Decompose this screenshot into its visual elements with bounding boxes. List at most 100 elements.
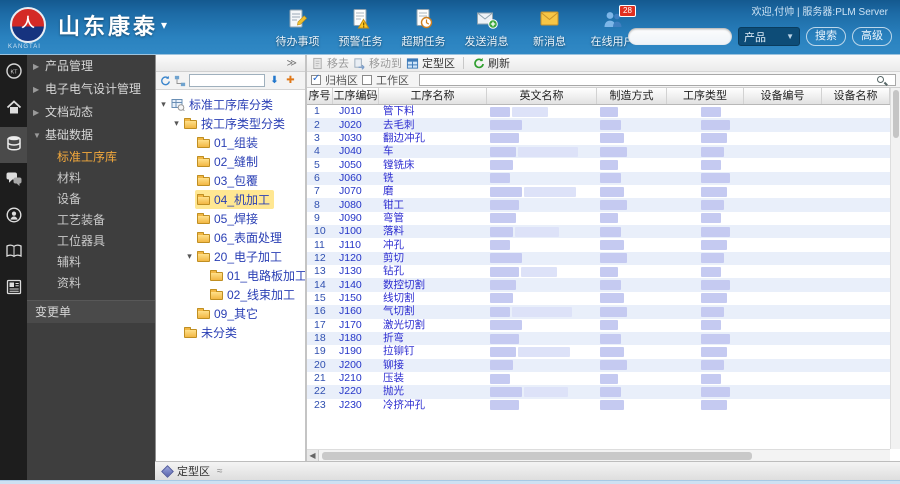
sidebar-item[interactable]: 标准工序库: [27, 147, 155, 168]
module-home-button[interactable]: [0, 91, 27, 127]
module-news-button[interactable]: [0, 271, 27, 307]
column-header[interactable]: 工序编码: [333, 88, 379, 104]
tree-node[interactable]: 09_其它: [156, 304, 305, 323]
table-row[interactable]: 6 J060 铣: [307, 171, 900, 186]
scroll-left-arrow-icon[interactable]: ◀: [307, 449, 319, 462]
cell-english-name: [487, 345, 597, 358]
table-row[interactable]: 13 J130 钻孔: [307, 265, 900, 278]
nav-item-send-message[interactable]: 发送消息: [455, 5, 518, 51]
sidebar-item[interactable]: 设备: [27, 189, 155, 210]
tree-node[interactable]: ▾ 按工序类型分类: [156, 114, 305, 133]
tree-node[interactable]: 未分类: [156, 323, 305, 342]
table-row[interactable]: 18 J180 折弯: [307, 331, 900, 346]
remove-button[interactable]: 移去: [311, 55, 349, 71]
sidebar-item[interactable]: ▶ 产品管理: [27, 55, 155, 78]
sidebar-item[interactable]: ▶ 文档动态: [27, 101, 155, 124]
table-row[interactable]: 7 J070 磨: [307, 185, 900, 198]
table-row[interactable]: 21 J210 压装: [307, 372, 900, 385]
table-row[interactable]: 9 J090 弯管: [307, 212, 900, 225]
sidebar-item[interactable]: 资料: [27, 273, 155, 294]
tree-refresh-icon[interactable]: [159, 75, 171, 87]
cell-process-name: 翻边冲孔: [383, 131, 425, 144]
column-header[interactable]: 设备名称: [822, 88, 890, 104]
sidebar-item[interactable]: 辅料: [27, 252, 155, 273]
sidebar-item[interactable]: 工位器具: [27, 231, 155, 252]
tree-node[interactable]: 01_电路板加工: [156, 266, 307, 285]
table-row[interactable]: 17 J170 激光切割: [307, 319, 900, 332]
table-row[interactable]: 3 J030 翻边冲孔: [307, 132, 900, 145]
module-support-button[interactable]: [0, 199, 27, 235]
column-header[interactable]: 工序名称: [379, 88, 487, 104]
module-database-button[interactable]: [0, 127, 27, 163]
table-search-input[interactable]: [419, 73, 896, 86]
refresh-button[interactable]: 刷新: [472, 55, 510, 71]
sidebar-item[interactable]: 变更单: [27, 300, 155, 323]
column-header[interactable]: 设备编号: [744, 88, 822, 104]
table-row[interactable]: 8 J080 钳工: [307, 198, 900, 212]
tree-node[interactable]: ▾ 20_电子加工: [156, 247, 305, 266]
vertical-scrollbar-thumb[interactable]: [892, 90, 899, 138]
horizontal-scrollbar[interactable]: ◀: [307, 449, 890, 462]
move-to-button[interactable]: 移动到: [353, 55, 402, 71]
tree-hierarchy-icon[interactable]: [174, 75, 186, 87]
column-header[interactable]: 工序类型: [667, 88, 744, 104]
nav-item-new-message[interactable]: 新消息: [518, 5, 581, 51]
sidebar-item[interactable]: 材料: [27, 168, 155, 189]
tree-node[interactable]: ▾ 标准工序库分类: [156, 95, 305, 114]
column-header[interactable]: 制造方式: [597, 88, 667, 104]
sidebar-item[interactable]: 工艺装备: [27, 210, 155, 231]
vertical-scrollbar[interactable]: [890, 88, 900, 449]
sidebar-item[interactable]: ▶ 电子电气设计管理: [27, 78, 155, 101]
table-row[interactable]: 15 J150 线切割: [307, 292, 900, 305]
module-book-button[interactable]: [0, 235, 27, 271]
redacted-text: [524, 386, 568, 397]
add-node-icon[interactable]: ✚: [284, 74, 297, 87]
sidebar-item[interactable]: ▼ 基础数据: [27, 124, 155, 147]
table-row[interactable]: 5 J050 镗铣床: [307, 158, 900, 171]
work-area-checkbox[interactable]: [362, 74, 372, 85]
finalize-area-button[interactable]: 定型区: [406, 55, 455, 71]
nav-item-alert-task[interactable]: 预警任务: [329, 5, 392, 51]
table-row[interactable]: 2 J020 去毛刺: [307, 118, 900, 132]
tree-node[interactable]: 05_焊接: [156, 209, 305, 228]
nav-item-overdue-task[interactable]: 超期任务: [392, 5, 455, 51]
table-row[interactable]: 20 J200 铆接: [307, 358, 900, 372]
module-ktplm-logo-button[interactable]: KT: [0, 55, 27, 91]
table-row[interactable]: 1 J010 管下料: [307, 105, 900, 118]
table-row[interactable]: 11 J110 冲孔: [307, 238, 900, 251]
app-logo[interactable]: 山东康泰 ▾: [10, 7, 167, 43]
cell-process-code: J050: [339, 158, 362, 171]
global-search-input[interactable]: [628, 28, 732, 45]
table-row[interactable]: 23 J230 冷挤冲孔: [307, 399, 900, 412]
tree-node[interactable]: 02_缝制: [156, 152, 305, 171]
company-dropdown-caret-icon[interactable]: ▾: [161, 18, 167, 32]
search-button[interactable]: 搜索: [806, 27, 846, 46]
tree-node[interactable]: 06_表面处理: [156, 228, 305, 247]
table-row[interactable]: 12 J120 剪切: [307, 251, 900, 266]
tree-filter-input[interactable]: [189, 74, 265, 87]
collapse-panel-icon[interactable]: ≫: [287, 58, 297, 69]
table-row[interactable]: 14 J140 数控切割: [307, 278, 900, 292]
finalize-area-tab[interactable]: 定型区 ≈: [161, 463, 223, 479]
table-row[interactable]: 19 J190 拉铆钉: [307, 345, 900, 358]
table-row[interactable]: 22 J220 抛光: [307, 385, 900, 399]
nav-item-todo[interactable]: 待办事项: [266, 5, 329, 51]
panel-splitter[interactable]: [305, 55, 307, 461]
advanced-search-button[interactable]: 高级: [852, 27, 892, 46]
tree-node[interactable]: 02_线束加工: [156, 285, 305, 304]
column-header[interactable]: 序号: [307, 88, 333, 104]
horizontal-scrollbar-thumb[interactable]: [322, 451, 752, 460]
tree-node[interactable]: 03_包覆: [156, 171, 305, 190]
locate-down-icon[interactable]: ⬇: [268, 74, 281, 87]
module-chat-button[interactable]: [0, 163, 27, 199]
table-row[interactable]: 10 J100 落料: [307, 225, 900, 239]
table-row[interactable]: 16 J160 气切割: [307, 305, 900, 319]
table-row[interactable]: 4 J040 车: [307, 145, 900, 159]
tree-node[interactable]: 04_机加工: [156, 190, 305, 209]
column-header[interactable]: 英文名称: [487, 88, 597, 104]
tree-node[interactable]: 01_组装: [156, 133, 305, 152]
search-icon[interactable]: [877, 76, 884, 83]
tab-collapse-icon[interactable]: ≈: [217, 466, 223, 477]
search-category-select[interactable]: 产品 ▼: [738, 27, 800, 46]
archive-area-checkbox[interactable]: [311, 73, 321, 85]
